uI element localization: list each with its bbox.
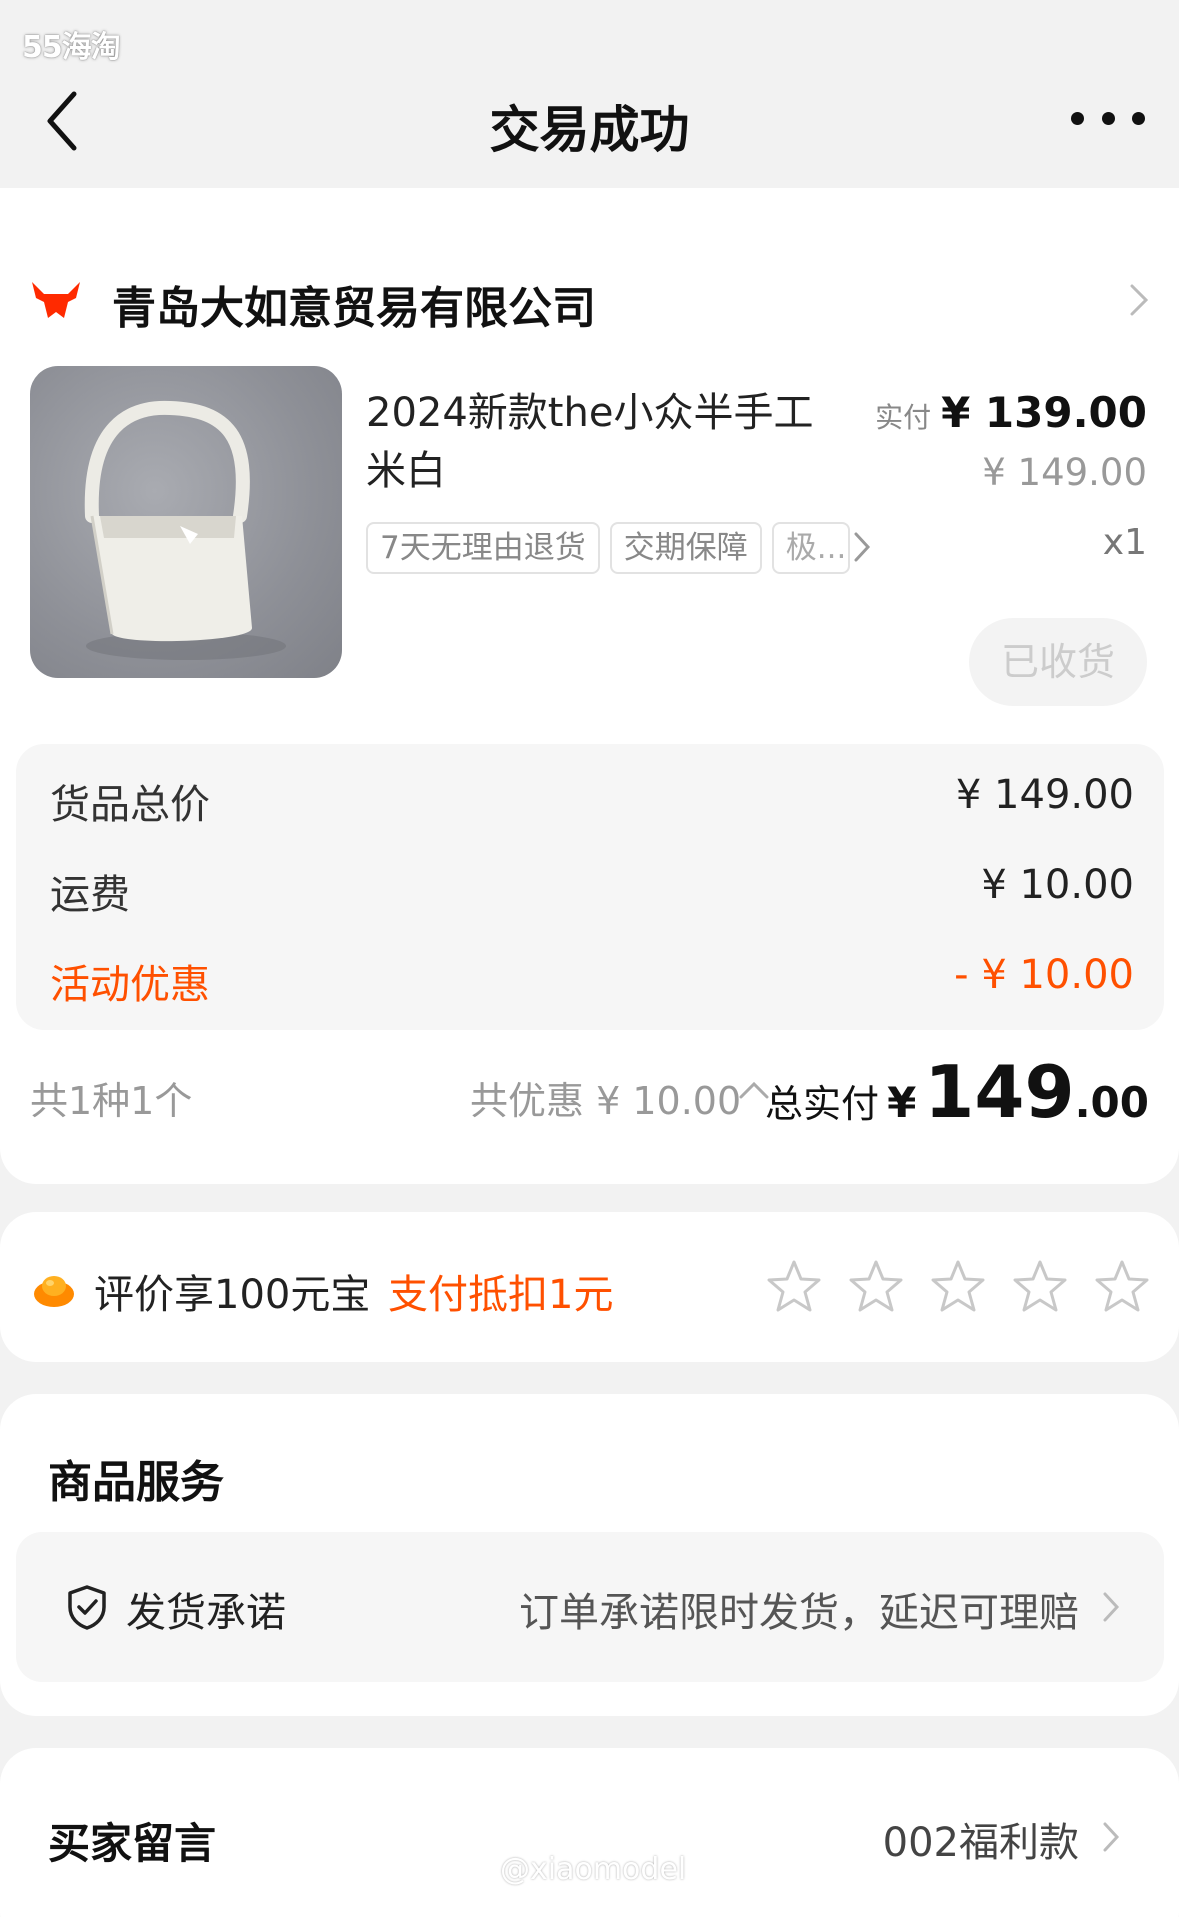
rating-stars xyxy=(765,1258,1151,1316)
fee-breakdown: 货品总价 ¥ 149.00 运费 ¥ 10.00 活动优惠 - ¥ 10.00 xyxy=(16,744,1164,1030)
star-icon[interactable] xyxy=(1011,1258,1069,1316)
tags-chevron-right-icon[interactable] xyxy=(852,530,872,564)
page-title: 交易成功 xyxy=(489,101,690,159)
watermark-text: @xiaomodel xyxy=(500,1852,687,1887)
yuanbao-coin-icon xyxy=(34,1276,74,1307)
chevron-right-icon xyxy=(1103,1592,1120,1622)
star-icon[interactable] xyxy=(765,1258,823,1316)
paid-label: 实付 xyxy=(875,401,932,434)
tag-more: 极... xyxy=(771,522,850,574)
shop-name: 青岛大如意贸易有限公司 xyxy=(112,283,596,334)
order-summary: 共1种1个 共优惠 ¥ 10.00 总实付 ¥ 149 .00 xyxy=(30,1050,1149,1140)
chevron-right-icon xyxy=(1130,284,1149,316)
delivery-promise-desc: 订单承诺限时发货，延迟可理赔 xyxy=(519,1590,1079,1636)
shop-header[interactable]: 青岛大如意贸易有限公司 xyxy=(30,270,1150,334)
item-count: 共1种1个 xyxy=(30,1079,193,1123)
discount-row: 活动优惠 - ¥ 10.00 xyxy=(50,952,1134,1012)
goods-total-row: 货品总价 ¥ 149.00 xyxy=(50,772,1134,832)
goods-total-label: 货品总价 xyxy=(50,782,210,828)
more-options-icon[interactable] xyxy=(1071,108,1145,128)
shipping-value: ¥ 10.00 xyxy=(981,862,1134,908)
total-decimal: .00 xyxy=(1074,1078,1149,1127)
price-block: 实付 ¥ 139.00 ¥ 149.00 x1 xyxy=(875,388,1147,563)
total-currency: ¥ xyxy=(887,1078,917,1127)
product-image[interactable] xyxy=(30,366,342,678)
discount-label: 活动优惠 xyxy=(50,962,210,1008)
shipping-label: 运费 xyxy=(50,872,130,918)
shipping-row: 运费 ¥ 10.00 xyxy=(50,862,1134,922)
bucket-bag-illustration xyxy=(84,400,286,660)
total-saving[interactable]: 共优惠 ¥ 10.00 xyxy=(470,1070,741,1125)
shop-brand-icon xyxy=(32,282,80,318)
delivery-promise-label: 发货承诺 xyxy=(126,1590,286,1636)
paid-price: ¥ 139.00 xyxy=(941,388,1147,437)
total-paid: 总实付 ¥ 149 .00 xyxy=(765,1050,1149,1134)
navigation-bar: 交易成功 xyxy=(0,60,1179,190)
discount-value: - ¥ 10.00 xyxy=(954,952,1134,998)
buyer-message-title: 买家留言 xyxy=(48,1819,217,1868)
review-reward-text: 评价享100元宝 xyxy=(94,1272,371,1318)
shield-check-icon xyxy=(68,1585,106,1630)
goods-total-value: ¥ 149.00 xyxy=(955,772,1134,818)
star-icon[interactable] xyxy=(1093,1258,1151,1316)
received-status-button[interactable]: 已收货 xyxy=(969,618,1147,706)
chevron-right-icon xyxy=(1103,1822,1120,1852)
star-icon[interactable] xyxy=(847,1258,905,1316)
tag-delivery-guarantee: 交期保障 xyxy=(609,522,762,574)
buyer-message-value: 002福利款 xyxy=(882,1820,1079,1866)
star-icon[interactable] xyxy=(929,1258,987,1316)
original-price: ¥ 149.00 xyxy=(982,451,1147,494)
total-paid-label: 总实付 xyxy=(765,1082,880,1126)
quantity: x1 xyxy=(1102,522,1147,563)
tag-return-policy: 7天无理由退货 xyxy=(366,522,600,574)
service-tags: 7天无理由退货 交期保障 极... xyxy=(366,522,876,576)
service-section-title: 商品服务 xyxy=(48,1457,224,1508)
total-integer: 149 xyxy=(924,1050,1075,1134)
review-promo-text: 支付抵扣1元 xyxy=(388,1272,614,1318)
product-title[interactable]: 2024新款the小众半手工米白 xyxy=(366,384,846,500)
